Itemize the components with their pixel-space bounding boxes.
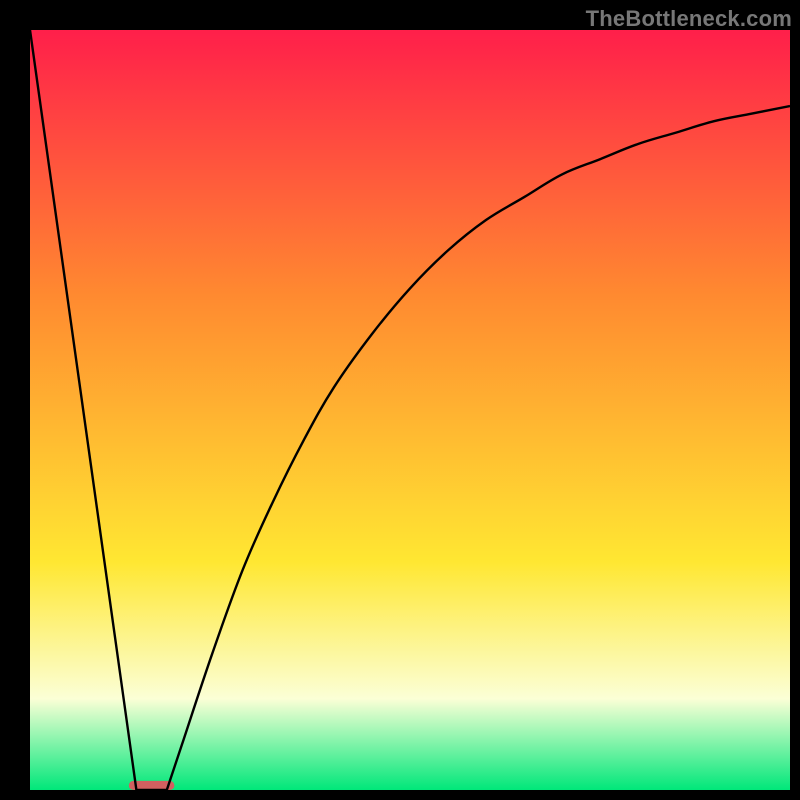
watermark-text: TheBottleneck.com <box>586 6 792 32</box>
bottleneck-chart <box>30 30 790 790</box>
plot-area <box>30 30 790 790</box>
chart-frame: TheBottleneck.com <box>0 0 800 800</box>
chart-background <box>30 30 790 790</box>
